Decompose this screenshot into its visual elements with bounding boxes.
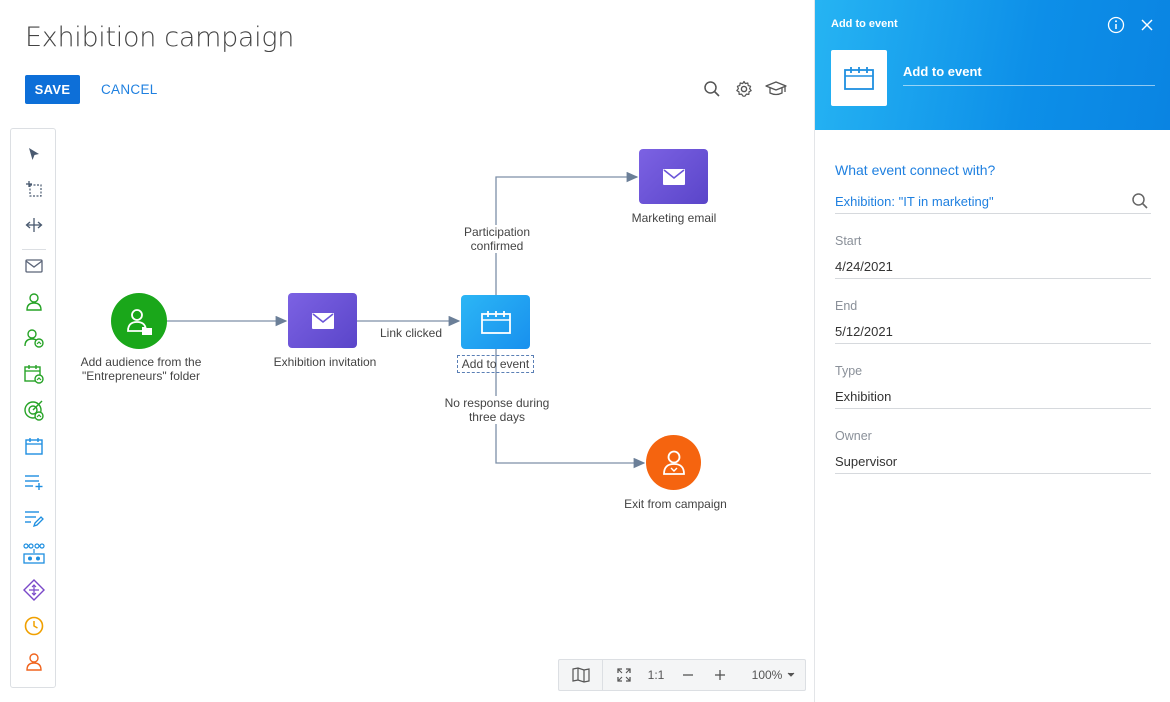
envelope-icon — [662, 168, 685, 185]
add-to-event-label[interactable]: Add to event — [457, 355, 534, 373]
add-to-event-node[interactable] — [461, 295, 530, 349]
map-icon[interactable] — [559, 660, 603, 690]
start-date-field[interactable]: 4/24/2021 — [835, 255, 1151, 279]
zoom-out-icon[interactable] — [677, 660, 699, 690]
calendar-icon — [844, 67, 874, 90]
marketing-email-label: Marketing email — [631, 211, 717, 225]
element-properties-panel: Add to event Add to event What event con… — [814, 0, 1170, 702]
envelope-icon — [311, 312, 334, 329]
start-label: Start — [835, 234, 862, 248]
element-name-field[interactable]: Add to event — [903, 64, 1155, 86]
event-question-label: What event connect with? — [835, 162, 996, 178]
edge-label-no-response: No response during three days — [432, 396, 562, 424]
zoom-toolbar: 1:1 100% — [558, 659, 806, 691]
flow-connectors — [166, 171, 646, 469]
type-label: Type — [835, 364, 863, 378]
search-icon[interactable] — [1131, 192, 1149, 210]
audience-node[interactable] — [111, 293, 167, 349]
owner-field[interactable]: Supervisor — [835, 450, 1151, 474]
close-icon[interactable] — [1139, 17, 1155, 33]
element-icon-box — [831, 50, 887, 106]
zoom-level-value: 100% — [751, 668, 783, 682]
marketing-email-node[interactable] — [639, 149, 708, 204]
info-icon[interactable] — [1107, 16, 1125, 34]
owner-label: Owner — [835, 429, 872, 443]
type-field[interactable]: Exhibition — [835, 385, 1151, 409]
exit-person-icon — [662, 450, 685, 475]
actual-size-button[interactable]: 1:1 — [643, 660, 669, 690]
panel-header: Add to event Add to event — [815, 0, 1170, 130]
end-date-field[interactable]: 5/12/2021 — [835, 320, 1151, 344]
zoom-in-icon[interactable] — [709, 660, 731, 690]
exit-campaign-node[interactable] — [646, 435, 701, 490]
audience-node-label: Add audience from the "Entrepreneurs" fo… — [80, 355, 202, 383]
edge-label-participation: Participation confirmed — [446, 225, 548, 253]
exit-campaign-label: Exit from campaign — [624, 497, 727, 511]
audience-person-icon — [127, 309, 152, 335]
exhibition-invitation-node[interactable] — [288, 293, 357, 348]
campaign-designer: Exhibition campaign SAVE CANCEL Particip… — [0, 0, 1170, 702]
event-lookup-value: Exhibition: "IT in marketing" — [835, 194, 994, 209]
chevron-down-icon — [787, 672, 795, 677]
zoom-level-select[interactable]: 100% — [745, 660, 803, 690]
exhibition-invitation-label: Exhibition invitation — [273, 355, 377, 369]
fit-to-screen-icon[interactable] — [613, 660, 635, 690]
edge-label-link-clicked: Link clicked — [376, 326, 446, 340]
event-lookup-field[interactable]: Exhibition: "IT in marketing" — [835, 190, 1151, 214]
panel-header-title: Add to event — [831, 18, 898, 30]
calendar-icon — [480, 311, 511, 334]
end-label: End — [835, 299, 858, 313]
